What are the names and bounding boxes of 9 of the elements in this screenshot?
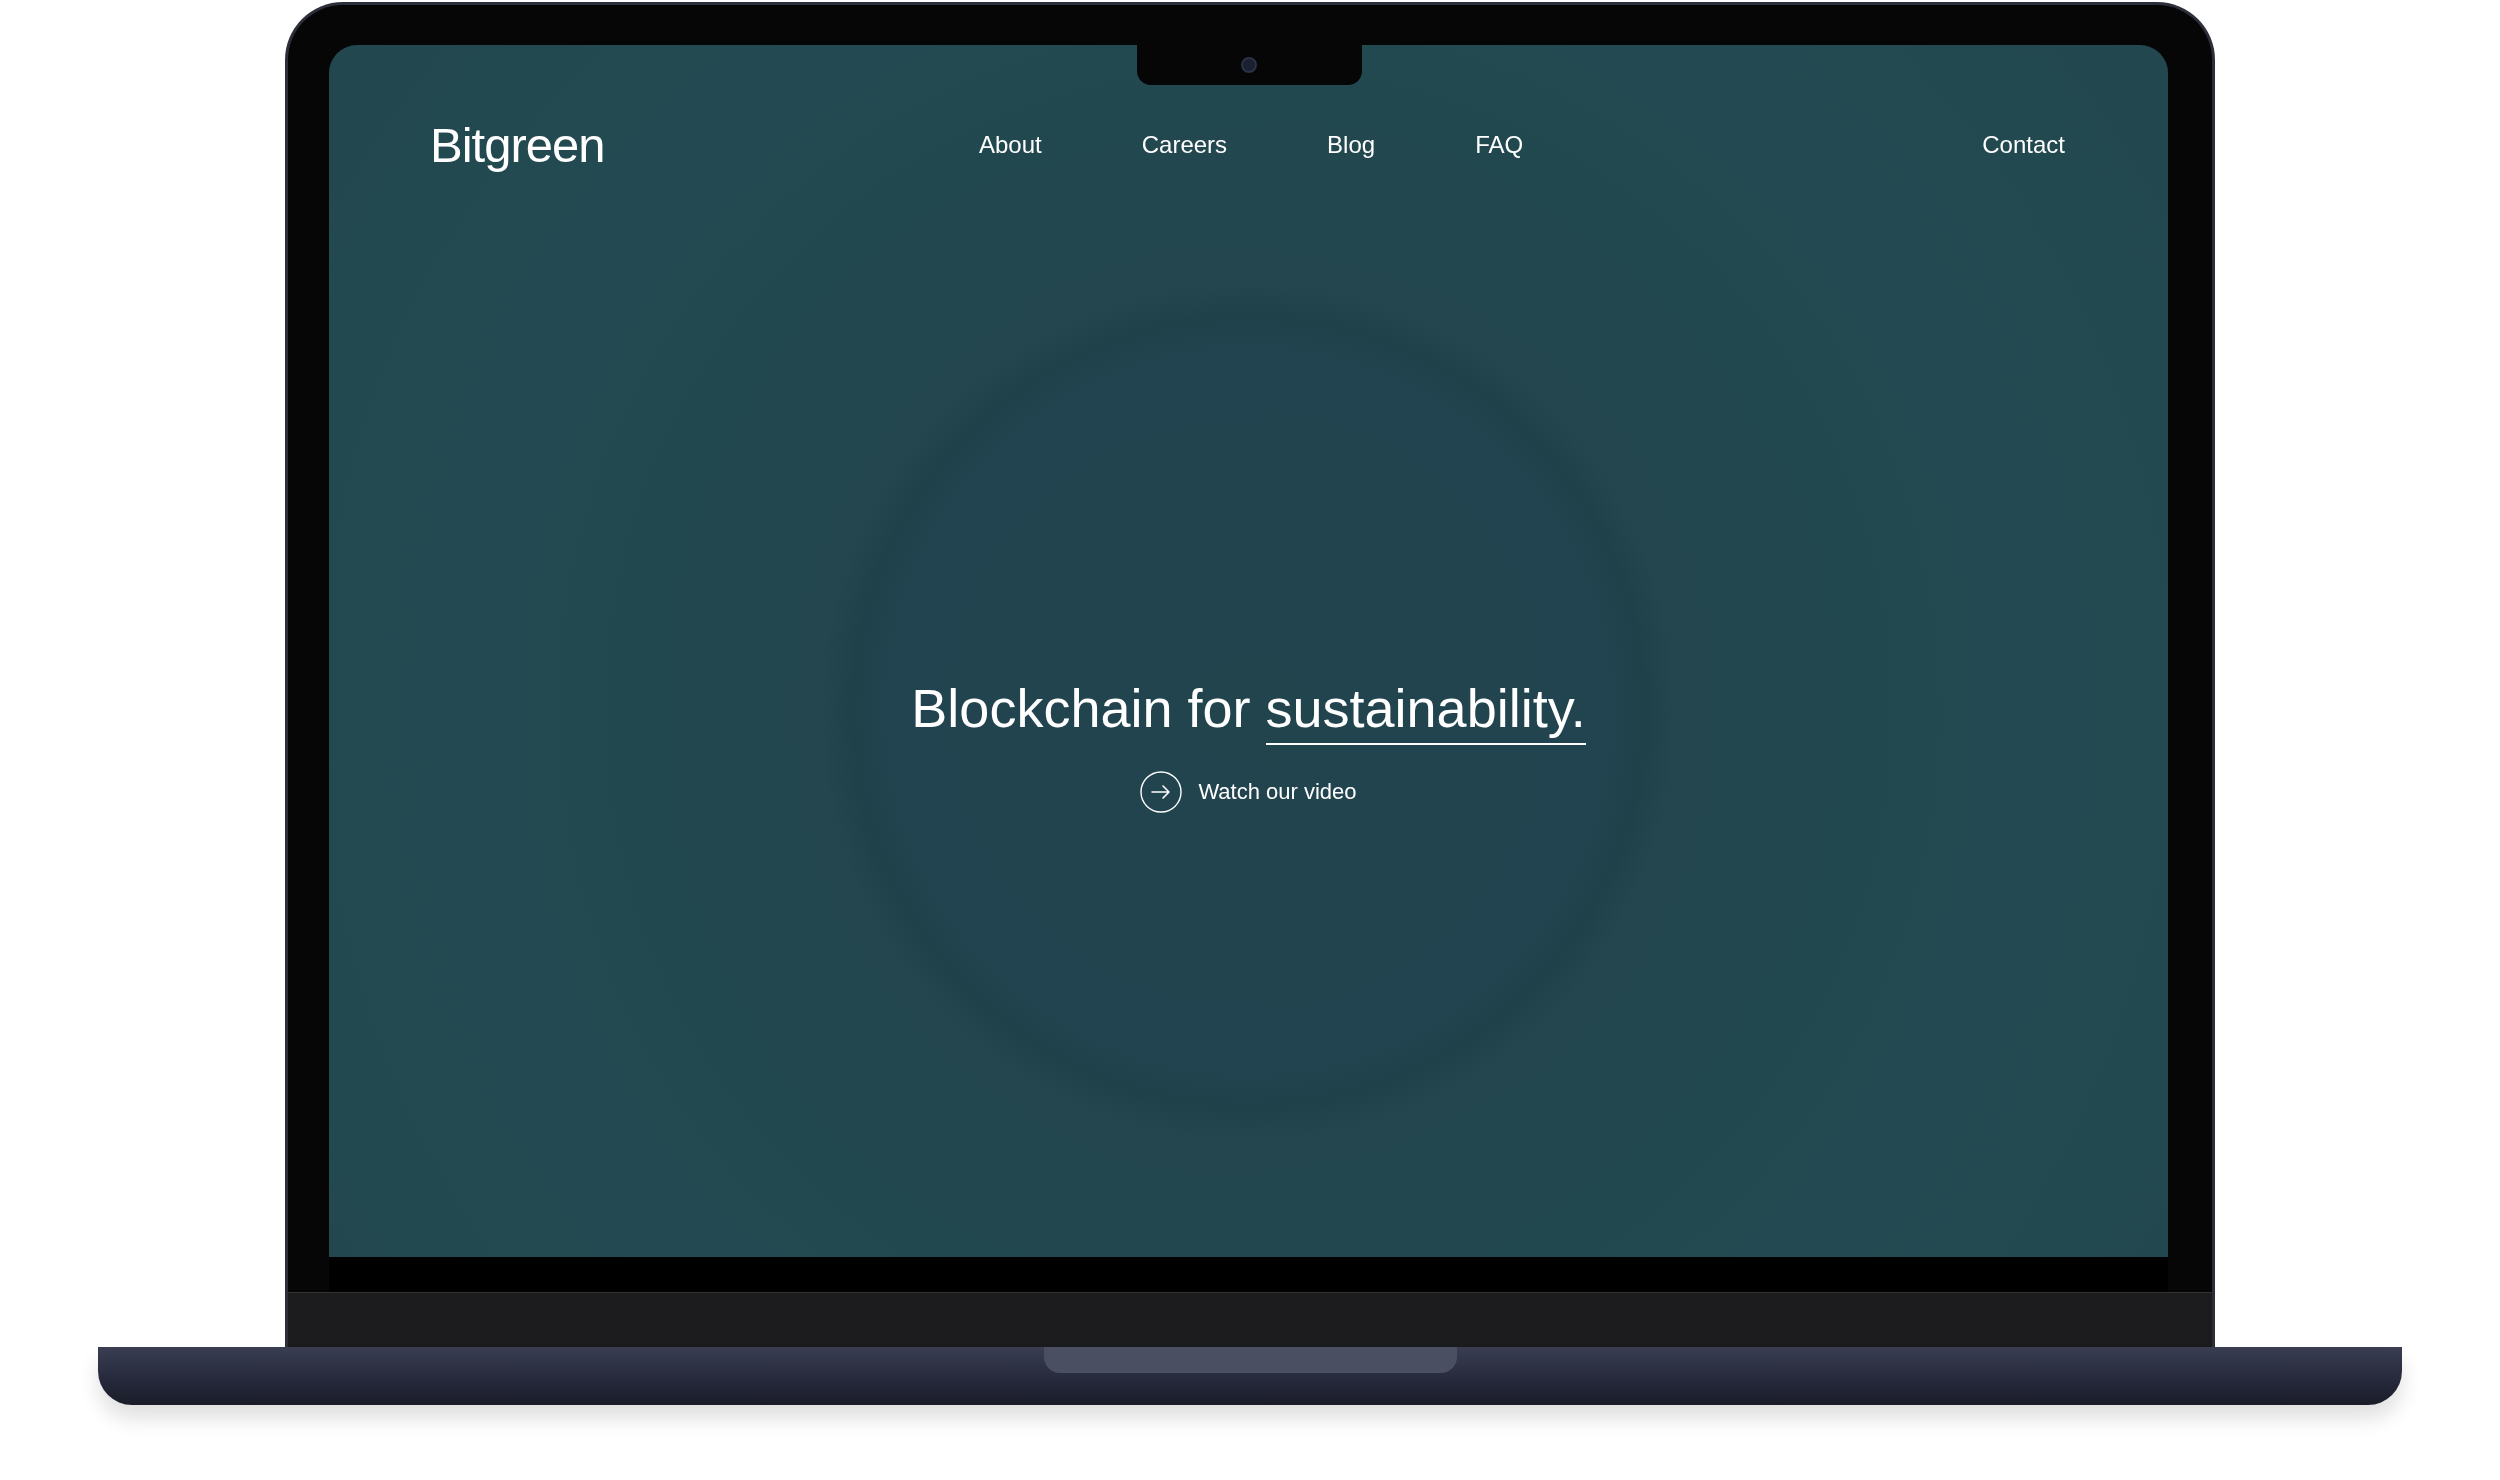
nav-link[interactable]: Careers bbox=[1141, 131, 1228, 159]
nav-link[interactable]: Blog bbox=[1327, 131, 1376, 159]
watch-video-link[interactable]: Watch our video bbox=[1140, 770, 1357, 813]
contact-link[interactable]: Contact bbox=[1982, 131, 2065, 159]
logo[interactable]: Bitgreen bbox=[430, 117, 979, 173]
headline: Blockchain for sustainability. bbox=[911, 673, 1586, 745]
nav-link[interactable]: About bbox=[979, 131, 1042, 159]
arrow-right-icon bbox=[1140, 770, 1183, 813]
nav-link[interactable]: FAQ bbox=[1475, 131, 1524, 159]
